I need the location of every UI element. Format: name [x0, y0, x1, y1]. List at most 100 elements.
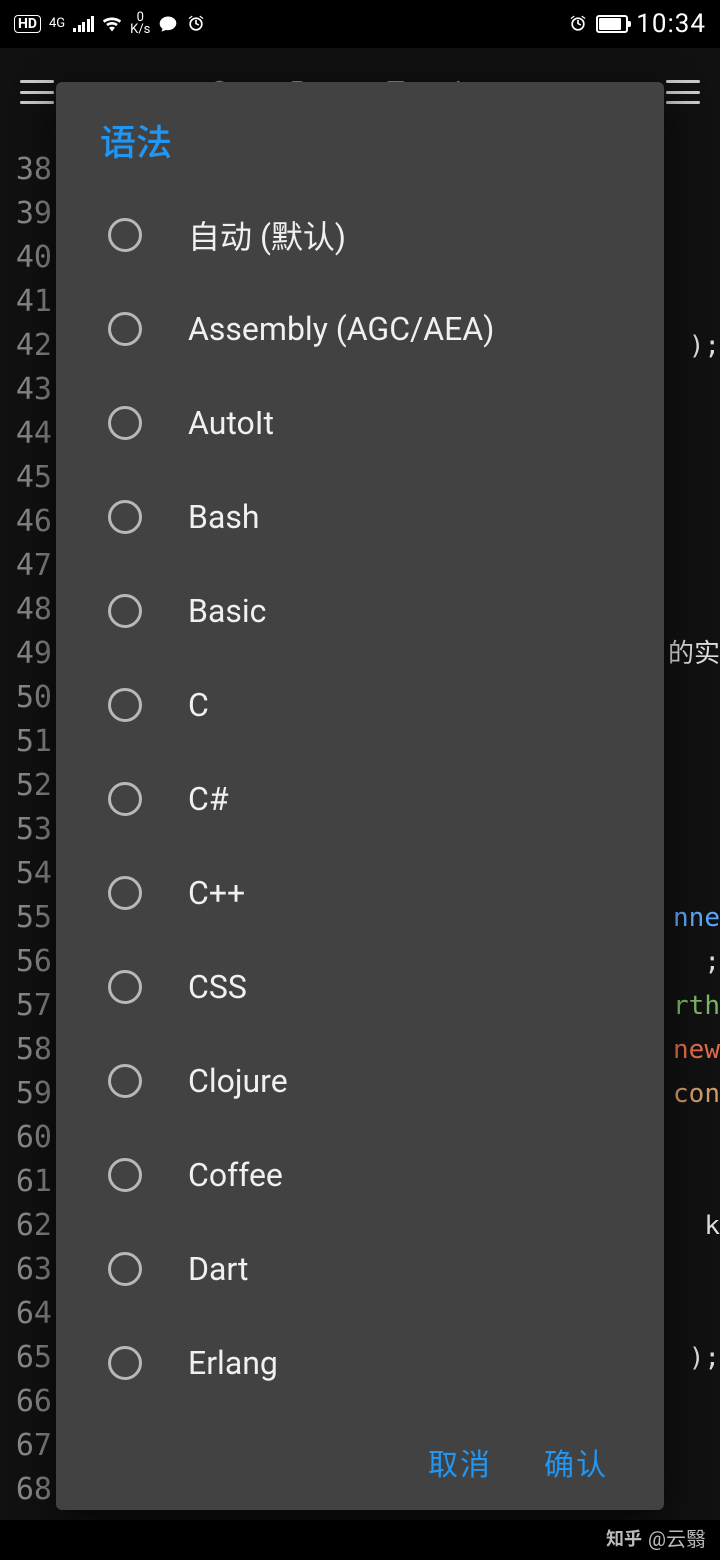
radio-icon[interactable] [108, 970, 142, 1004]
line-number: 56 [0, 940, 52, 984]
status-left: HD 4G 0 K/s [14, 12, 206, 36]
status-clock: 10:34 [636, 9, 706, 39]
syntax-option-list[interactable]: 自动 (默认) Assembly (AGC/AEA) AutoIt Bash Basic… [56, 184, 664, 1422]
radio-icon[interactable] [108, 1252, 142, 1286]
code-fragment: new [673, 1028, 720, 1072]
radio-icon[interactable] [108, 1064, 142, 1098]
ok-button[interactable]: 确认 [544, 1440, 608, 1484]
syntax-option[interactable]: 自动 (默认) [56, 188, 664, 282]
overflow-icon[interactable] [666, 80, 700, 104]
line-number: 40 [0, 236, 52, 280]
code-fragment: nne [673, 896, 720, 940]
status-bar: HD 4G 0 K/s 10:34 [0, 0, 720, 48]
menu-icon[interactable] [20, 80, 54, 104]
syntax-option-label: Assembly (AGC/AEA) [188, 310, 494, 348]
line-number: 48 [0, 588, 52, 632]
radio-icon[interactable] [108, 218, 142, 252]
syntax-option-label: Dart [188, 1250, 249, 1288]
code-fragment: 的实 [668, 632, 720, 676]
status-right: 10:34 [568, 9, 706, 39]
wifi-icon [102, 14, 122, 34]
line-number: 53 [0, 808, 52, 852]
signal-icon [73, 16, 94, 32]
line-number: 61 [0, 1160, 52, 1204]
syntax-option[interactable]: Clojure [56, 1034, 664, 1128]
syntax-option-label: C++ [188, 874, 245, 912]
net-speed: 0 K/s [130, 12, 150, 36]
line-number: 46 [0, 500, 52, 544]
radio-icon[interactable] [108, 688, 142, 722]
code-fragment: ); [689, 1336, 720, 1380]
syntax-option[interactable]: Coffee [56, 1128, 664, 1222]
radio-icon[interactable] [108, 1158, 142, 1192]
line-number: 42 [0, 324, 52, 368]
line-number: 54 [0, 852, 52, 896]
line-number: 51 [0, 720, 52, 764]
syntax-option[interactable]: Bash [56, 470, 664, 564]
syntax-option[interactable]: Dart [56, 1222, 664, 1316]
line-number: 50 [0, 676, 52, 720]
radio-icon[interactable] [108, 876, 142, 910]
syntax-dialog: 语法 自动 (默认) Assembly (AGC/AEA) AutoIt Bash Ba… [56, 82, 664, 1510]
radio-icon[interactable] [108, 594, 142, 628]
syntax-option[interactable]: CSS [56, 940, 664, 1034]
line-number: 63 [0, 1248, 52, 1292]
syntax-option-label: Basic [188, 592, 266, 630]
syntax-option-label: C [188, 686, 209, 724]
line-number: 43 [0, 368, 52, 412]
syntax-option-label: AutoIt [188, 404, 274, 442]
syntax-option[interactable]: C# [56, 752, 664, 846]
syntax-option-label: CSS [188, 968, 247, 1006]
radio-icon[interactable] [108, 782, 142, 816]
code-fragment: ; [704, 940, 720, 984]
code-fragment: k [704, 1204, 720, 1248]
chat-icon [158, 14, 178, 34]
radio-icon[interactable] [108, 312, 142, 346]
syntax-option-label: C# [188, 780, 229, 818]
dialog-title: 语法 [56, 82, 664, 184]
network-type: 4G [49, 18, 65, 30]
syntax-option-label: Coffee [188, 1156, 283, 1194]
code-fragment: rth [673, 984, 720, 1028]
syntax-option-label: Erlang [188, 1344, 278, 1382]
line-number: 39 [0, 192, 52, 236]
line-number: 58 [0, 1028, 52, 1072]
line-number: 59 [0, 1072, 52, 1116]
line-number: 38 [0, 148, 52, 192]
radio-icon[interactable] [108, 1346, 142, 1380]
line-number: 41 [0, 280, 52, 324]
code-fragment: con [673, 1072, 720, 1116]
watermark: 知乎 @云翳 [606, 1523, 706, 1552]
line-number: 47 [0, 544, 52, 588]
syntax-option-label: 自动 (默认) [188, 212, 346, 258]
battery-icon [596, 15, 628, 33]
syntax-option[interactable]: AutoIt [56, 376, 664, 470]
code-fragment: ); [689, 324, 720, 368]
syntax-option[interactable]: C [56, 658, 664, 752]
line-number: 62 [0, 1204, 52, 1248]
line-number: 66 [0, 1380, 52, 1424]
dialog-actions: 取消 确认 [56, 1422, 664, 1510]
alarm-set-icon [568, 14, 588, 34]
cancel-button[interactable]: 取消 [428, 1440, 492, 1484]
line-number: 52 [0, 764, 52, 808]
line-number: 45 [0, 456, 52, 500]
radio-icon[interactable] [108, 500, 142, 534]
hd-badge: HD [14, 15, 41, 33]
radio-icon[interactable] [108, 406, 142, 440]
syntax-option-label: Clojure [188, 1062, 288, 1100]
line-number: 68 [0, 1468, 52, 1512]
line-number: 55 [0, 896, 52, 940]
syntax-option[interactable]: Erlang [56, 1316, 664, 1410]
net-speed-unit: K/s [130, 24, 150, 36]
watermark-brand: 知乎 [606, 1525, 642, 1551]
line-number: 67 [0, 1424, 52, 1468]
syntax-option[interactable]: Assembly (AGC/AEA) [56, 282, 664, 376]
line-number: 65 [0, 1336, 52, 1380]
syntax-option[interactable]: C++ [56, 846, 664, 940]
syntax-option-label: Bash [188, 498, 259, 536]
line-number: 64 [0, 1292, 52, 1336]
line-gutter: 3839404142434445464748495051525354555657… [0, 148, 60, 1520]
syntax-option[interactable]: Basic [56, 564, 664, 658]
line-number: 60 [0, 1116, 52, 1160]
